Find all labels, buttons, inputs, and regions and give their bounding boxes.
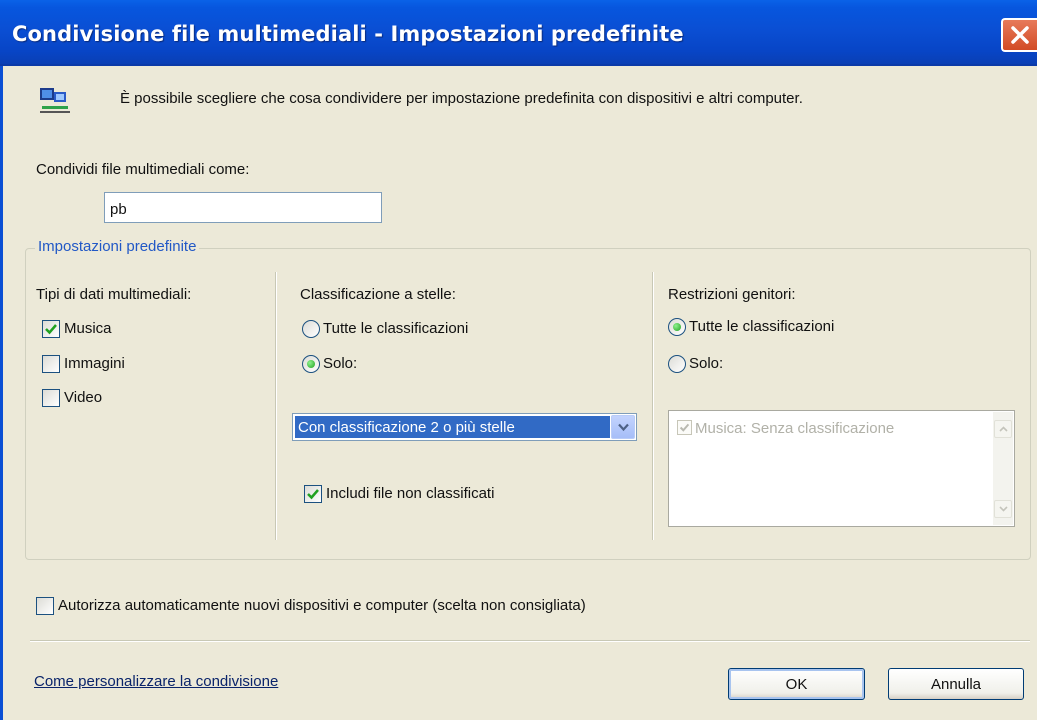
music-checkbox[interactable]: [42, 320, 60, 338]
dropdown-selected-value: Con classificazione 2 o più stelle: [295, 416, 610, 438]
column-divider: [652, 272, 654, 540]
share-name-input[interactable]: pb: [104, 192, 382, 223]
parental-listbox[interactable]: Musica: Senza classificazione: [668, 410, 1015, 527]
radio-selected-dot: [673, 323, 681, 331]
video-checkbox[interactable]: [42, 389, 60, 407]
parental-all-radio[interactable]: [668, 318, 686, 336]
parental-only-label[interactable]: Solo:: [689, 355, 723, 372]
media-types-heading: Tipi di dati multimediali:: [36, 286, 192, 303]
radio-selected-dot: [307, 360, 315, 368]
include-unrated-label[interactable]: Includi file non classificati: [326, 485, 494, 502]
close-icon: [1011, 26, 1029, 44]
video-label[interactable]: Video: [64, 389, 102, 406]
help-link[interactable]: Come personalizzare la condivisione: [34, 673, 278, 690]
scroll-down-button[interactable]: [994, 500, 1012, 518]
footer-separator: [30, 640, 1030, 642]
dropdown-button[interactable]: [611, 415, 635, 439]
media-sharing-icon: [40, 88, 70, 113]
share-as-label: Condividi file multimediali come:: [36, 161, 250, 178]
list-item-checkbox: [677, 420, 692, 435]
parental-all-label[interactable]: Tutte le classificazioni: [689, 318, 834, 335]
star-rating-heading: Classificazione a stelle:: [300, 286, 456, 303]
include-unrated-checkbox[interactable]: [304, 485, 322, 503]
defaults-legend: Impostazioni predefinite: [35, 238, 200, 255]
ok-button[interactable]: OK: [728, 668, 865, 700]
chevron-down-icon: [618, 423, 629, 432]
close-button[interactable]: [1001, 18, 1037, 52]
star-only-radio[interactable]: [302, 355, 320, 373]
star-all-radio[interactable]: [302, 320, 320, 338]
title-bar: Condivisione file multimediali - Imposta…: [0, 0, 1037, 66]
list-item: Musica: Senza classificazione: [695, 420, 895, 437]
checkmark-icon: [679, 423, 690, 432]
checkmark-icon: [45, 324, 57, 335]
listbox-scrollbar[interactable]: [993, 412, 1013, 525]
chevron-up-icon: [999, 426, 1008, 432]
window-title: Condivisione file multimediali - Imposta…: [12, 22, 684, 46]
star-rating-dropdown[interactable]: Con classificazione 2 o più stelle: [292, 413, 637, 441]
images-label[interactable]: Immagini: [64, 355, 125, 372]
auto-allow-checkbox[interactable]: [36, 597, 54, 615]
star-all-label[interactable]: Tutte le classificazioni: [323, 320, 468, 337]
star-only-label[interactable]: Solo:: [323, 355, 357, 372]
intro-text: È possibile scegliere che cosa condivide…: [120, 90, 803, 107]
music-label[interactable]: Musica: [64, 320, 112, 337]
parental-only-radio[interactable]: [668, 355, 686, 373]
auto-allow-label[interactable]: Autorizza automaticamente nuovi disposit…: [58, 597, 586, 614]
chevron-down-icon: [999, 506, 1008, 512]
scroll-up-button[interactable]: [994, 420, 1012, 438]
checkmark-icon: [307, 489, 319, 500]
column-divider: [275, 272, 277, 540]
cancel-button[interactable]: Annulla: [888, 668, 1024, 700]
images-checkbox[interactable]: [42, 355, 60, 373]
parental-heading: Restrizioni genitori:: [668, 286, 796, 303]
